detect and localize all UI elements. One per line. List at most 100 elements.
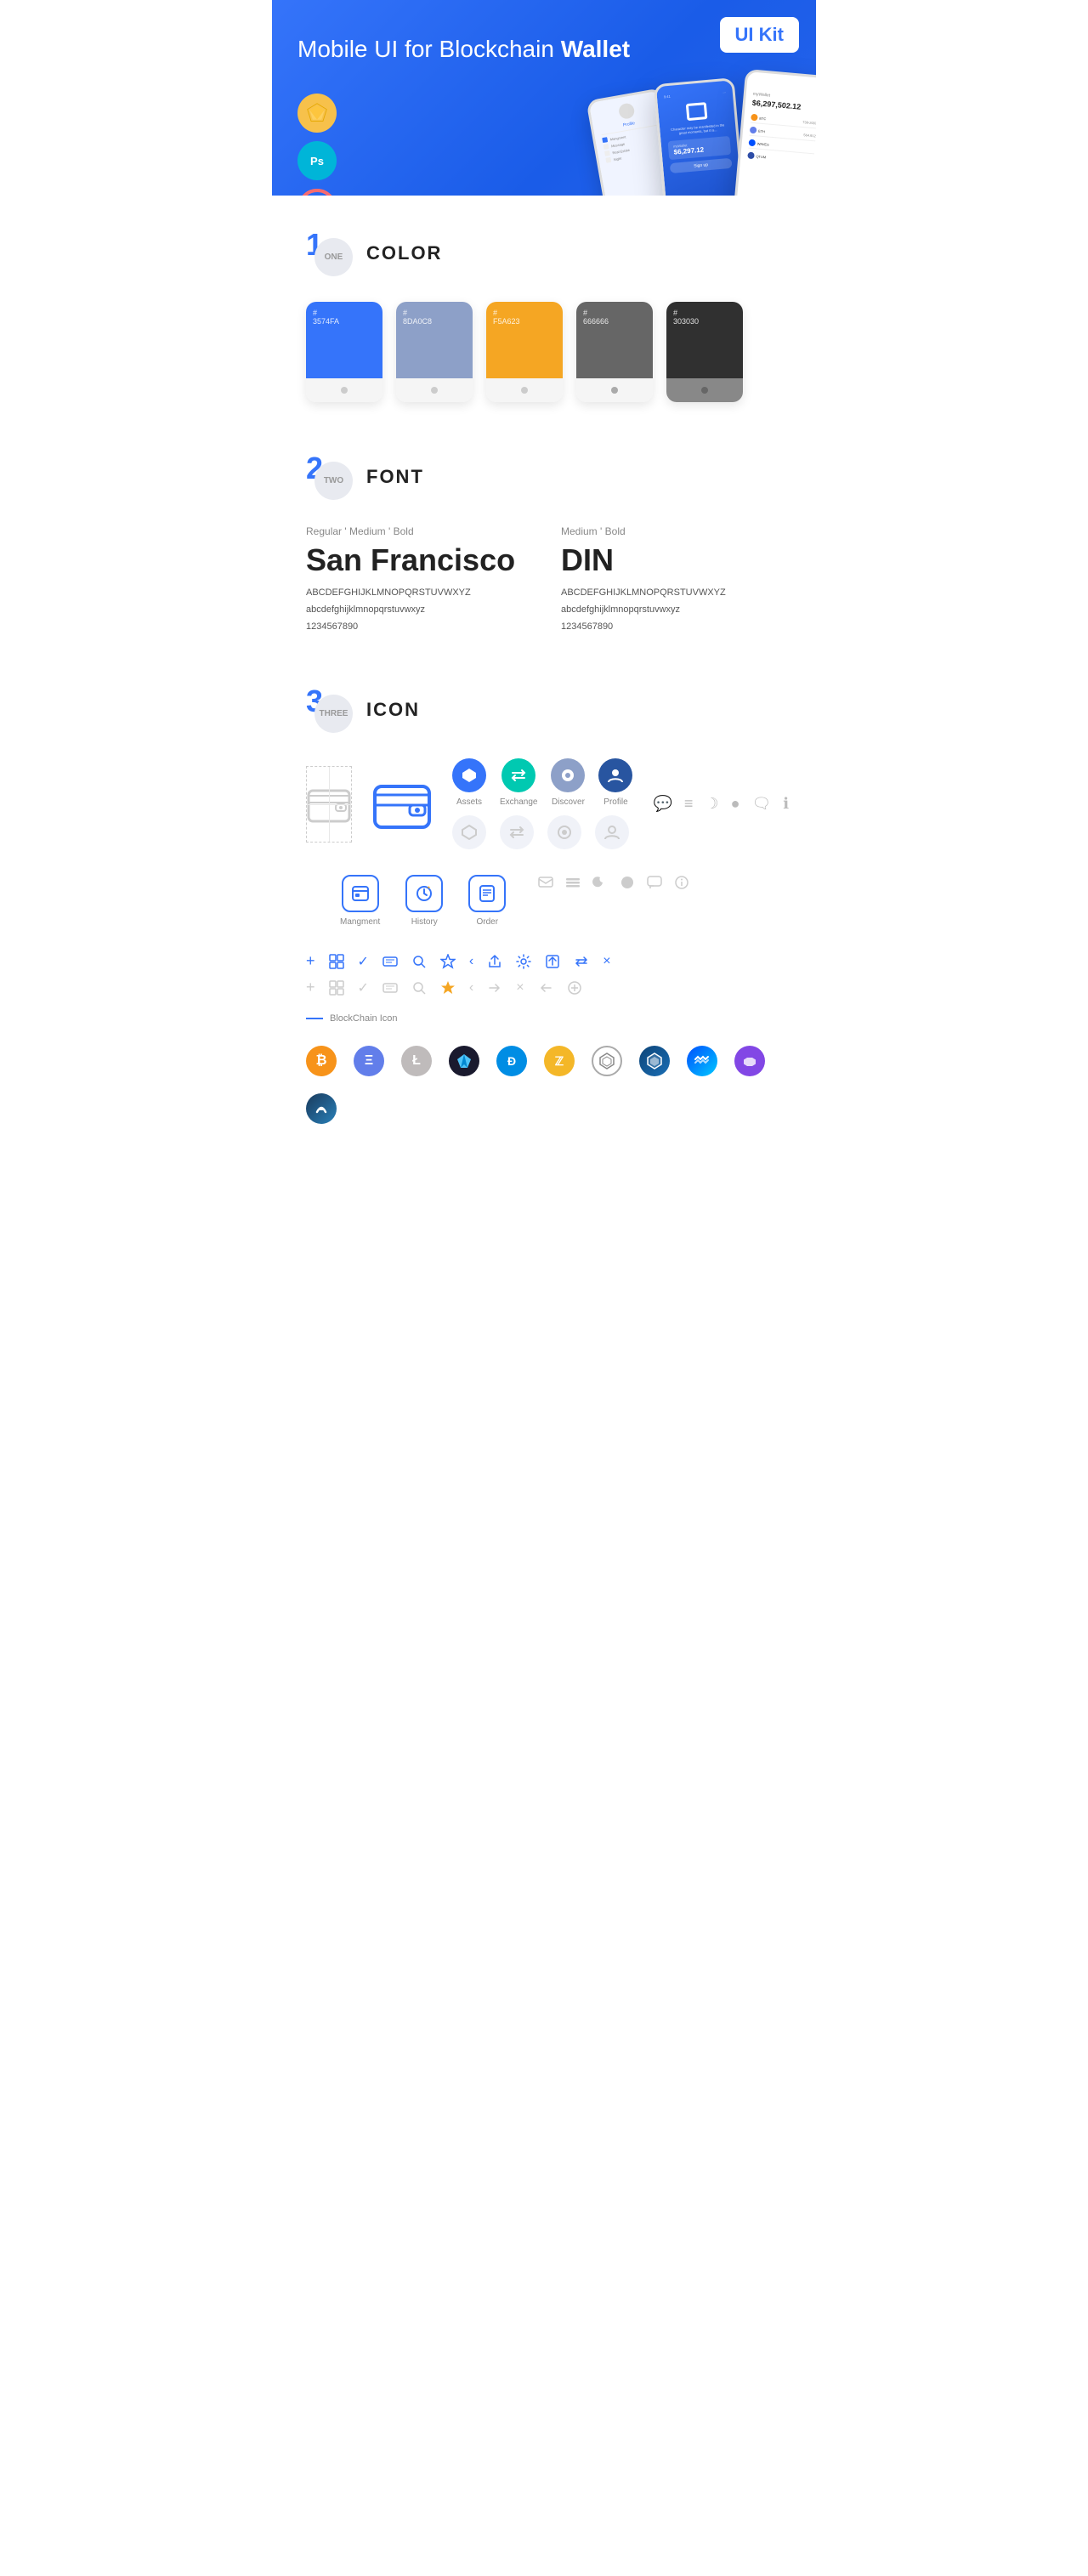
section-num-1: 1 ONE [306,230,353,276]
photoshop-badge: Ps [298,141,337,180]
section-title-font: FONT [366,466,424,488]
nav-icons-colored-row: Assets Exchange Discover [452,758,632,807]
swatch-slate-bottom [396,378,473,402]
ethereum-icon: Ξ [354,1046,384,1076]
exchange-gray-icon-box [500,815,534,849]
icon-section-header: 3 THREE ICON [306,686,782,733]
extra-icons-group: 💬 ≡ ☽ ● 🗨 ℹ [653,795,789,813]
mgmt-icons-row: Mangment History [306,866,782,927]
iota-icon [592,1046,622,1076]
swatch-gray-top: #666666 [576,302,653,378]
search-gray-icon [411,980,427,996]
left-chevron-gray-icon: ‹ [469,980,473,996]
section-title-icon: ICON [366,699,420,721]
arrow-gray-icon [487,980,502,996]
history-svg [415,884,434,903]
check-gray-icon: ✓ [358,979,369,996]
gray-small-icons [538,875,689,890]
color-section: 1 ONE COLOR #3574FA #8DA0C8 #F5A623 #666… [272,196,816,419]
color-swatches: #3574FA #8DA0C8 #F5A623 #666666 #303030 [306,302,782,402]
message-icon: 🗨 [751,795,771,813]
swatch-gray: #666666 [576,302,653,402]
sf-font-name: San Francisco [306,542,527,578]
msg-icon [538,875,553,890]
zcash-icon: ℤ [544,1046,575,1076]
din-lowercase: abcdefghijklmnopqrstuvwxyz [561,602,782,619]
star-gray-icon [440,980,456,996]
discover-label: Discover [552,797,585,807]
plus-icon: + [306,952,315,970]
swatch-dark-bottom [666,378,743,402]
swatch-slate-top: #8DA0C8 [396,302,473,378]
blockchain-line [306,1018,323,1019]
assets-gray-icon-box [452,815,486,849]
chat-icon: 💬 [653,795,672,813]
moon-icon: ☽ [705,795,718,813]
section-num-3: 3 THREE [306,686,353,733]
nav-icons-gray-row [452,815,632,849]
order-icon [468,875,506,912]
swap-icon [574,954,589,969]
check-icon: ✓ [358,953,369,970]
hero-section: Mobile UI for Blockchain Wallet UI Kit P… [272,0,816,196]
section-title-color: COLOR [366,242,442,264]
nav-icons-group: Assets Exchange Discover [452,758,632,849]
assets-icon [452,758,486,792]
info-icon: ℹ [783,795,789,813]
profile-gray-icon-box [595,815,629,849]
swatch-orange-top: #F5A623 [486,302,563,378]
list-icon [382,954,398,969]
profile-icon [598,758,632,792]
profile-icon-box: Profile [598,758,632,807]
section-word-1: ONE [314,238,353,276]
arrow2-gray-icon [538,980,553,996]
icon-section: 3 THREE ICON [272,652,816,944]
left-chevron-icon: ‹ [469,954,473,969]
small-icons-row-1: + ✓ ‹ × [306,952,782,970]
plus-gray-icon: + [306,979,315,996]
bitcoin-icon: ₿ [306,1046,337,1076]
section-num-2: 2 TWO [306,453,353,500]
history-icon [405,875,443,912]
font-section: 2 TWO FONT Regular ' Medium ' Bold San F… [272,419,816,652]
swatch-orange: #F5A623 [486,302,563,402]
screens-badge: 60+ Screens [298,189,337,196]
sf-numbers: 1234567890 [306,619,527,636]
sf-style-label: Regular ' Medium ' Bold [306,525,527,537]
history-icon-box: History [405,875,443,927]
mgmt-icon-box: Mangment [340,875,380,927]
search-icon [411,954,427,969]
plus-circle-gray-icon [567,980,582,996]
hero-title: Mobile UI for Blockchain Wallet [298,34,790,65]
discover-icon [551,758,585,792]
assets-label: Assets [456,797,482,807]
crescent-icon [592,875,608,890]
settings-icon [516,954,531,969]
polygon-icon [734,1046,765,1076]
list-gray-icon [382,980,398,996]
swatch-dark: #303030 [666,302,743,402]
swatch-dark-top: #303030 [666,302,743,378]
wallet-colored-icon [372,766,432,843]
stratis-icon [306,1093,337,1124]
sketch-icon [306,102,328,124]
grid-edit-icon [329,954,344,969]
ui-kit-badge: UI Kit [720,17,799,53]
section-word-3: THREE [314,695,353,733]
grid-gray-icon [329,980,344,996]
din-uppercase: ABCDEFGHIJKLMNOPQRSTUVWXYZ [561,585,782,602]
discover-icon-box: Discover [551,758,585,807]
swatch-blue-bottom [306,378,382,402]
assets-gray-icon [452,815,486,849]
stack-icon [565,875,581,890]
blockchain-label-row: BlockChain Icon [272,1005,816,1029]
blockchain-label: BlockChain Icon [330,1013,398,1024]
x-gray-icon: × [516,980,524,996]
swatch-orange-bottom [486,378,563,402]
phone-3: + myWallet $6,297,502.12 BTC 738-2003 ET… [734,69,816,196]
small-icons-row-2: + ✓ ‹ × [306,979,782,996]
font-sf-col: Regular ' Medium ' Bold San Francisco AB… [306,525,527,635]
upload-icon [545,954,560,969]
sf-uppercase: ABCDEFGHIJKLMNOPQRSTUVWXYZ [306,585,527,602]
lisk-icon [639,1046,670,1076]
